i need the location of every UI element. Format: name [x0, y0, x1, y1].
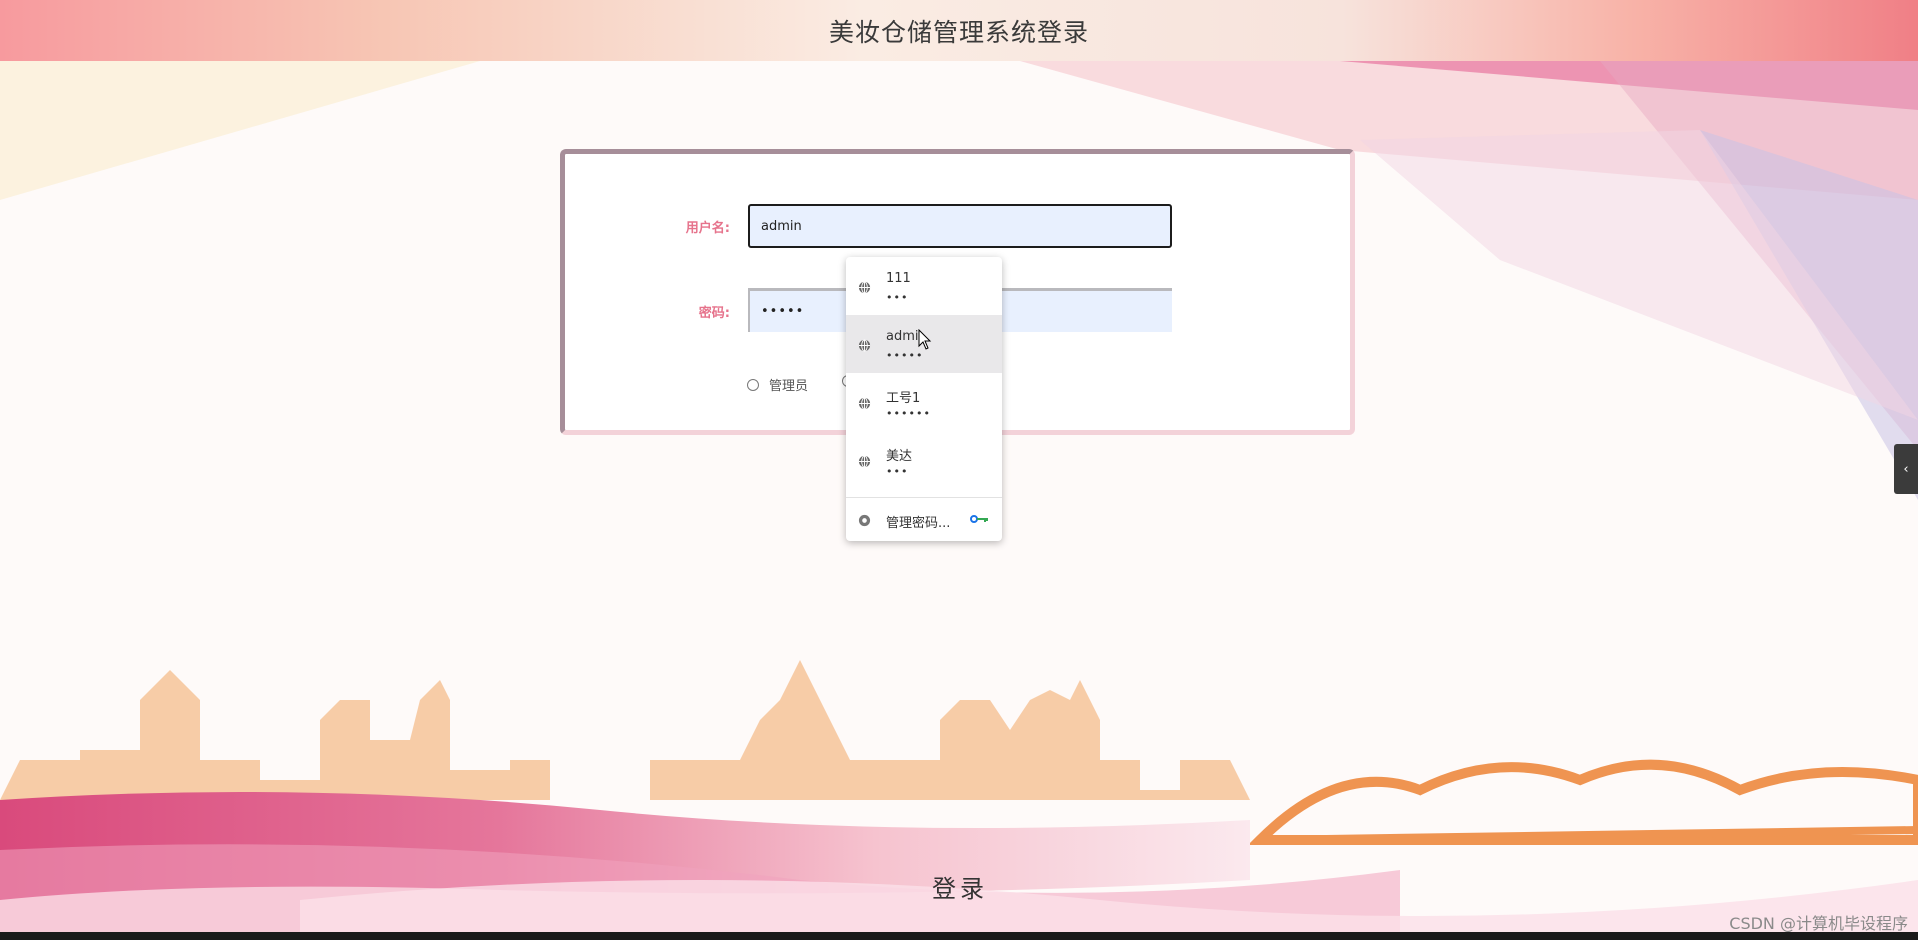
header-bar: 美妆仓储管理系统登录	[0, 0, 1918, 61]
login-button[interactable]: 登录	[920, 866, 1000, 906]
page-title: 美妆仓储管理系统登录	[828, 17, 1089, 47]
username-value: admin	[761, 218, 802, 234]
role-radio-admin[interactable]: 管理员	[747, 375, 808, 394]
chevron-left-icon: ‹	[1903, 461, 1909, 477]
manage-passwords-item[interactable]: 管理密码...	[846, 498, 1002, 541]
autofill-item-password: •••	[886, 291, 909, 304]
autofill-dropdown: 111 ••• admi ••••• 工号1 •••••• 美达 ••• 管理密…	[846, 257, 1002, 541]
chrome-icon	[858, 514, 871, 527]
watermark: CSDN @计算机毕设程序	[1729, 914, 1908, 933]
autofill-item-name: 工号1	[886, 391, 921, 406]
bottom-strip	[0, 932, 1918, 940]
username-label: 用户名:	[685, 221, 730, 236]
globe-icon	[858, 455, 871, 468]
autofill-item[interactable]: 111 •••	[846, 257, 1002, 315]
autofill-item-name: 111	[886, 271, 911, 286]
mouse-cursor-icon	[918, 329, 932, 350]
autofill-item[interactable]: 美达 •••	[846, 431, 1002, 489]
globe-icon	[858, 339, 871, 352]
autofill-item-name: admi	[886, 329, 919, 344]
password-label: 密码:	[698, 306, 730, 321]
autofill-item-name: 美达	[886, 449, 913, 464]
side-collapse-tab[interactable]: ‹	[1894, 444, 1918, 494]
globe-icon	[858, 397, 871, 410]
key-icon	[970, 515, 988, 523]
password-value: •••••	[761, 304, 805, 319]
radio-label-admin: 管理员	[769, 379, 809, 394]
autofill-item-password: ••••••	[886, 407, 931, 420]
manage-passwords-label: 管理密码...	[886, 516, 951, 531]
username-input[interactable]: admin	[748, 204, 1172, 248]
globe-icon	[858, 281, 871, 294]
radio-button[interactable]	[747, 378, 759, 391]
autofill-item[interactable]: 工号1 ••••••	[846, 373, 1002, 431]
autofill-item-password: •••	[886, 465, 909, 478]
